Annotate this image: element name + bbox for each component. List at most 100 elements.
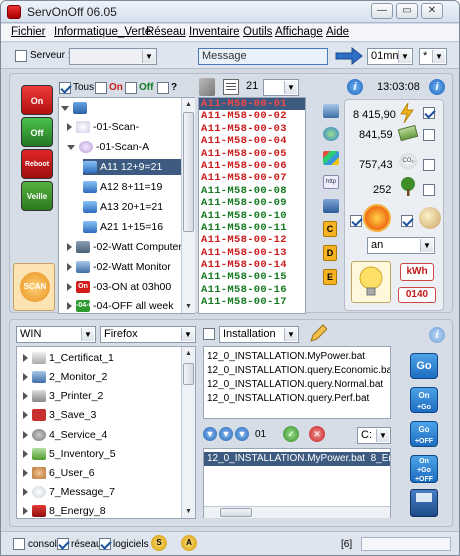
list-icon[interactable] (223, 79, 239, 95)
drive-select[interactable]: C: ▼ (357, 427, 391, 444)
http-icon[interactable]: http (323, 175, 339, 189)
task-item[interactable]: 7_Message_7 (23, 484, 115, 500)
sun-checkbox[interactable] (350, 215, 362, 227)
menu-fichier[interactable]: Fichier (11, 26, 46, 38)
script-row[interactable]: 12_0_INSTALLATION.MyPower.bat (204, 350, 390, 364)
tree-node[interactable]: -01-Scan- (67, 119, 139, 135)
go-button[interactable]: Go (410, 353, 438, 379)
group-tree[interactable]: -01-Scan- -01-Scan-A A11 12+9=21 A12 8+1… (58, 97, 195, 314)
expand-icon[interactable] (61, 105, 69, 111)
tree-node-selected[interactable]: A11 12+9=21 (83, 159, 183, 175)
machine-list[interactable]: A11-M58-00-01 A11-M58-00-02 A11-M58-00-0… (198, 97, 306, 314)
co2-checkbox[interactable] (423, 159, 435, 171)
expand-icon[interactable] (67, 283, 72, 292)
expand-icon[interactable] (23, 392, 28, 401)
task-item[interactable]: 3_Printer_2 (23, 388, 103, 404)
period-select[interactable]: an ▼ (367, 237, 435, 254)
expand-icon[interactable] (23, 450, 28, 459)
on-checkbox[interactable] (95, 82, 107, 94)
energy-checkbox[interactable] (423, 107, 435, 119)
delay-select[interactable]: 01mn ▼ (367, 48, 413, 65)
script-row[interactable]: 12_0_INSTALLATION.query.Economic.bat (204, 364, 390, 378)
power-on-button[interactable]: On (21, 85, 53, 115)
expand-icon[interactable] (67, 302, 72, 311)
tree-node[interactable]: -02-Watt Monitor (67, 259, 171, 275)
monitor-icon[interactable] (323, 104, 339, 118)
info-icon[interactable]: i (429, 79, 445, 95)
scroll-up-icon[interactable]: ▲ (182, 347, 195, 360)
standby-button[interactable]: Veille (21, 181, 53, 211)
machine-row[interactable]: A11-M58-00-09 (199, 197, 305, 209)
move-down-icon[interactable]: ▼ (203, 427, 217, 441)
scan-button[interactable]: SCAN (13, 263, 55, 311)
script-list[interactable]: 12_0_INSTALLATION.MyPower.bat 12_0_INSTA… (203, 346, 391, 419)
machine-row[interactable]: A11-M58-00-13 (199, 247, 305, 259)
scroll-down-icon[interactable]: ▼ (182, 300, 195, 313)
expand-icon[interactable] (67, 123, 72, 132)
tree-node[interactable]: -02-Watt Computer (67, 239, 182, 255)
expand-icon[interactable] (23, 507, 28, 516)
tree-root[interactable] (61, 100, 90, 116)
expand-icon[interactable] (67, 144, 75, 150)
menu-inventaire[interactable]: Inventaire (189, 26, 240, 38)
network-checkbox[interactable] (57, 538, 69, 550)
tree-node[interactable]: -01-Scan-A (67, 139, 149, 155)
tree-node[interactable]: A21 1+15=16 (83, 219, 163, 235)
all-checkbox[interactable] (59, 82, 71, 94)
reboot-button[interactable]: Reboot (21, 149, 53, 179)
tree-node[interactable]: A12 8+11=19 (83, 179, 162, 195)
money-checkbox[interactable] (423, 129, 435, 141)
menu-reseau[interactable]: Réseau (146, 26, 186, 38)
software-checkbox[interactable] (99, 538, 111, 550)
machine-row[interactable]: A11-M58-00-01 (199, 98, 305, 111)
script-row[interactable]: 12_0_INSTALLATION.query.Perf.bat (204, 392, 390, 406)
menu-informatique-verte[interactable]: Informatique_Verte (54, 26, 151, 38)
a-icon[interactable]: A (181, 535, 197, 551)
task-item[interactable]: 8_Energy_8 (23, 503, 106, 518)
server-checkbox[interactable] (15, 50, 27, 62)
trees-checkbox[interactable] (423, 184, 435, 196)
machine-row[interactable]: A11-M58-00-07 (199, 172, 305, 184)
queue-row[interactable]: 12_0_INSTALLATION.MyPower.bat 8_Energy_8 (204, 452, 390, 466)
task-item[interactable]: 3_Save_3 (23, 407, 96, 423)
on-go-button[interactable]: On +Go (410, 387, 438, 413)
task-item[interactable]: 1_Certificat_1 (23, 350, 114, 366)
moon-checkbox[interactable] (401, 215, 413, 227)
remove-icon[interactable]: ✕ (309, 426, 325, 442)
console-checkbox[interactable] (13, 538, 25, 550)
scroll-up-icon[interactable]: ▲ (182, 98, 195, 111)
on-go-off-button[interactable]: On +Go +OFF (410, 455, 438, 483)
message-input[interactable]: Message (198, 48, 328, 65)
browser-select[interactable]: Firefox ▼ (100, 326, 196, 343)
expand-icon[interactable] (23, 469, 28, 478)
scroll-thumb[interactable] (183, 363, 194, 385)
drive-e-icon[interactable]: E (323, 269, 337, 285)
task-scrollbar[interactable]: ▲ ▼ (181, 347, 195, 518)
network-computer-icon[interactable] (323, 199, 339, 213)
unit-button[interactable]: kWh (400, 263, 434, 281)
script-row[interactable]: 12_0_INSTALLATION.query.Normal.bat (204, 378, 390, 392)
tree-node[interactable]: On -03-ON at 03h00 (67, 279, 171, 295)
task-tree[interactable]: 1_Certificat_1 2_Monitor_2 3_Printer_2 3… (16, 346, 196, 519)
server-select[interactable]: ▼ (69, 48, 157, 65)
machine-row[interactable]: A11-M58-00-16 (199, 284, 305, 296)
save-button[interactable] (410, 489, 438, 517)
expand-icon[interactable] (67, 243, 72, 252)
machine-row[interactable]: A11-M58-00-04 (199, 135, 305, 147)
add-icon[interactable]: ✓ (283, 426, 299, 442)
moon-icon[interactable] (419, 207, 441, 229)
machine-row[interactable]: A11-M58-00-05 (199, 148, 305, 160)
sun-icon[interactable] (365, 206, 389, 230)
move-down-icon[interactable]: ▼ (219, 427, 233, 441)
globe-icon[interactable] (323, 127, 339, 141)
unknown-checkbox[interactable] (157, 82, 169, 94)
category-select[interactable]: Installation ▼ (219, 326, 299, 343)
expand-icon[interactable] (67, 263, 72, 272)
eraser-icon[interactable] (199, 78, 215, 96)
os-select[interactable]: WIN ▼ (16, 326, 96, 343)
shield-icon[interactable] (323, 151, 339, 165)
task-item[interactable]: 5_Inventory_5 (23, 446, 116, 462)
expand-icon[interactable] (23, 488, 28, 497)
task-item[interactable]: 6_User_6 (23, 465, 95, 481)
menu-outils[interactable]: Outils (243, 26, 272, 38)
